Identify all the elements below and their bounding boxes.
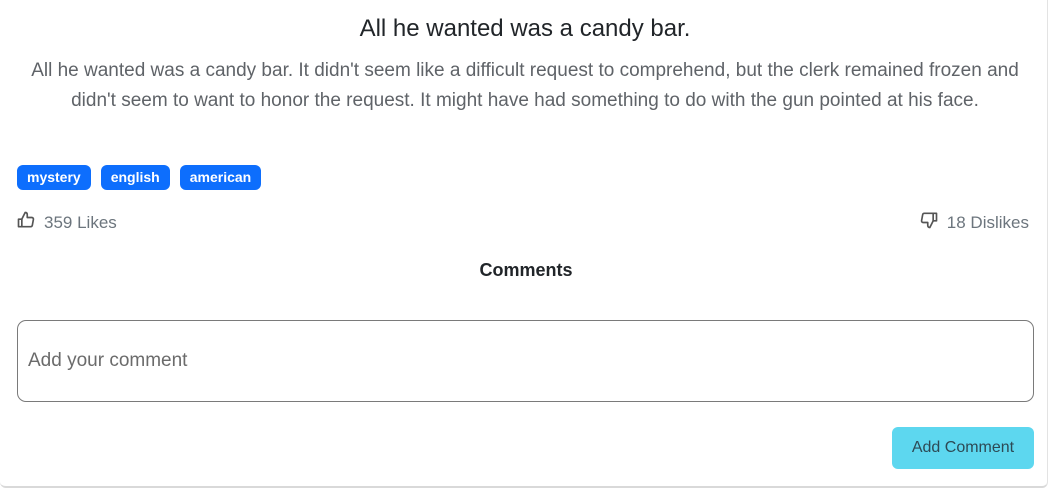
post-body: All he wanted was a candy bar. It didn't… xyxy=(31,60,1019,111)
post-card: All he wanted was a candy bar. All he wa… xyxy=(0,0,1048,488)
tag-list: mystery english american xyxy=(17,165,262,190)
comment-input[interactable] xyxy=(17,320,1034,402)
dislikes-count: 18 Dislikes xyxy=(946,212,1029,232)
add-comment-button[interactable]: Add Comment xyxy=(892,427,1034,469)
likes-count: 359 Likes xyxy=(44,212,117,232)
thumbs-up-icon xyxy=(16,210,36,235)
tag-mystery[interactable]: mystery xyxy=(17,165,91,190)
tag-english[interactable]: english xyxy=(100,165,170,190)
post-title: All he wanted was a candy bar. xyxy=(359,15,691,42)
tag-american[interactable]: american xyxy=(179,165,262,190)
thumbs-down-icon xyxy=(919,210,939,235)
dislike-button[interactable]: 18 Dislikes xyxy=(919,210,1029,235)
like-button[interactable]: 359 Likes xyxy=(16,210,117,235)
comments-heading: Comments xyxy=(479,260,573,280)
